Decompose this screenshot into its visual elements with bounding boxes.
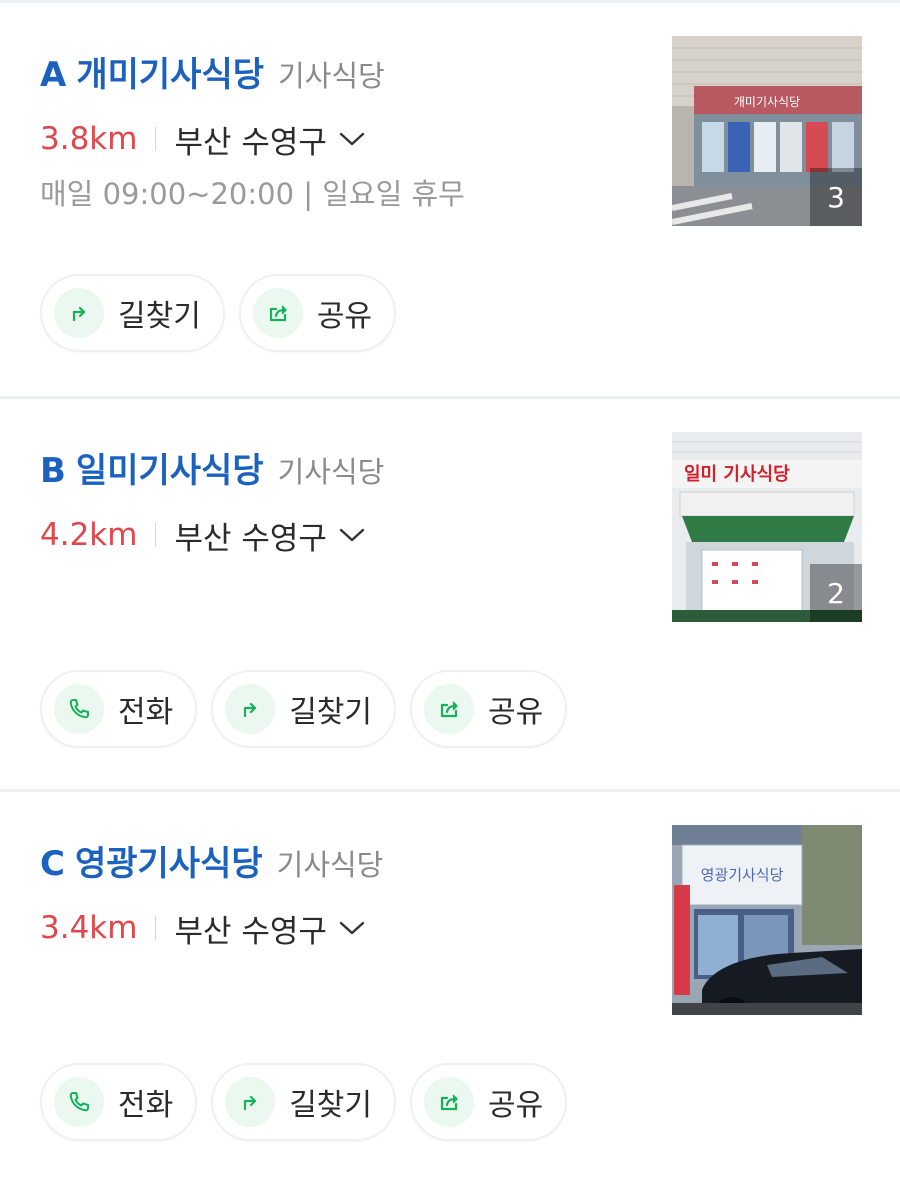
directions-button[interactable]: 길찾기 [211, 670, 397, 748]
place-meta: 3.8km 부산 수영구 [40, 117, 365, 161]
photo-count-badge: 2 [810, 564, 862, 622]
sign-text: 개미기사식당 [734, 95, 800, 109]
action-label: 길찾기 [118, 299, 201, 334]
action-label: 길찾기 [289, 695, 373, 730]
place-distance: 3.8km [40, 121, 138, 157]
action-buttons: 전화 길찾기 공유 [40, 1063, 581, 1141]
chevron-down-icon[interactable] [339, 920, 365, 936]
place-hours: 매일 09:00~20:00 | 일요일 휴무 [40, 177, 465, 211]
meta-divider [155, 916, 157, 940]
place-meta: 4.2km 부산 수영구 [40, 513, 365, 557]
place-photo[interactable]: 개미기사식당 3 [672, 36, 862, 226]
place-marker-letter: A [40, 55, 67, 95]
share-button[interactable]: 공유 [238, 274, 397, 352]
sign-text: 일미 기사식당 [684, 464, 790, 485]
chevron-down-icon[interactable] [339, 131, 365, 147]
place-title[interactable]: B 일미기사식당 기사식당 [40, 443, 384, 493]
share-button[interactable]: 공유 [410, 670, 568, 748]
place-card[interactable]: C 영광기사식당 기사식당 3.4km 부산 수영구 영광기사식당 전화 길찾기… [0, 789, 900, 1182]
share-icon [424, 1077, 475, 1127]
call-button[interactable]: 전화 [40, 1063, 198, 1141]
place-category: 기사식당 [276, 848, 384, 882]
sign-text: 영광기사식당 [701, 866, 784, 884]
phone-icon [54, 684, 104, 734]
share-icon [424, 684, 475, 734]
place-name[interactable]: 일미기사식당 [76, 443, 264, 492]
place-photo[interactable]: 일미 기사식당 2 [672, 432, 862, 622]
place-distance: 3.4km [40, 910, 138, 946]
action-label: 전화 [118, 695, 174, 730]
share-icon [252, 288, 303, 338]
action-buttons: 길찾기 공유 [40, 274, 410, 352]
place-marker-letter: B [40, 451, 66, 491]
place-marker-letter: C [40, 844, 65, 884]
photo-count-badge: 3 [810, 168, 862, 226]
place-distance: 4.2km [40, 517, 138, 553]
meta-divider [155, 127, 157, 151]
place-meta: 3.4km 부산 수영구 [40, 906, 365, 950]
action-buttons: 전화 길찾기 공유 [40, 670, 581, 748]
action-label: 길찾기 [289, 1088, 373, 1123]
action-label: 공유 [316, 299, 373, 334]
place-region[interactable]: 부산 수영구 [174, 117, 326, 162]
directions-icon [54, 288, 104, 338]
place-title[interactable]: C 영광기사식당 기사식당 [40, 836, 383, 886]
call-button[interactable]: 전화 [40, 670, 198, 748]
storefront-photo: 영광기사식당 [672, 825, 862, 1015]
action-label: 공유 [488, 695, 544, 730]
place-region[interactable]: 부산 수영구 [174, 513, 326, 558]
place-region[interactable]: 부산 수영구 [174, 906, 326, 951]
place-photo[interactable]: 영광기사식당 [672, 825, 862, 1015]
place-card[interactable]: A 개미기사식당 기사식당 3.8km 부산 수영구 매일 09:00~20:0… [0, 3, 900, 396]
place-category: 기사식당 [278, 59, 385, 93]
place-category: 기사식당 [277, 455, 385, 489]
place-name[interactable]: 개미기사식당 [76, 47, 264, 96]
meta-divider [155, 523, 157, 547]
directions-button[interactable]: 길찾기 [211, 1063, 397, 1141]
phone-icon [54, 1077, 104, 1127]
place-card[interactable]: B 일미기사식당 기사식당 4.2km 부산 수영구 일미 기사식당 2 전화 … [0, 396, 900, 789]
action-label: 전화 [118, 1088, 174, 1123]
share-button[interactable]: 공유 [410, 1063, 568, 1141]
place-name[interactable]: 영광기사식당 [75, 836, 263, 885]
action-label: 공유 [488, 1088, 544, 1123]
directions-icon [225, 684, 276, 734]
chevron-down-icon[interactable] [339, 527, 365, 543]
place-result-list: A 개미기사식당 기사식당 3.8km 부산 수영구 매일 09:00~20:0… [0, 0, 900, 1166]
directions-icon [225, 1077, 276, 1127]
directions-button[interactable]: 길찾기 [40, 274, 225, 352]
place-title[interactable]: A 개미기사식당 기사식당 [40, 47, 385, 97]
